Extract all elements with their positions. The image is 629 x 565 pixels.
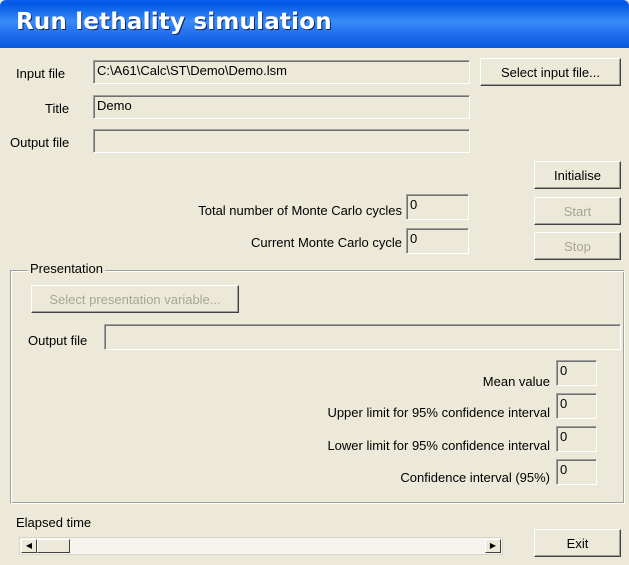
- current-cycle-field[interactable]: 0: [406, 228, 469, 254]
- select-input-file-button[interactable]: Select input file...: [480, 58, 621, 86]
- lower-limit-field[interactable]: 0: [556, 426, 597, 452]
- input-file-field[interactable]: C:\A61\Calc\ST\Demo\Demo.lsm: [93, 60, 470, 84]
- scroll-left-arrow-icon[interactable]: ◀: [21, 539, 37, 553]
- presentation-output-file-field[interactable]: [104, 324, 621, 350]
- output-file-field[interactable]: [93, 129, 470, 153]
- elapsed-time-scrollbar[interactable]: ◀ ▶: [19, 537, 503, 555]
- mean-value-field[interactable]: 0: [556, 360, 597, 386]
- dialog-client-area: Input file C:\A61\Calc\ST\Demo\Demo.lsm …: [4, 48, 625, 561]
- confidence-interval-field[interactable]: 0: [556, 459, 597, 485]
- elapsed-time-label: Elapsed time: [16, 515, 92, 530]
- total-cycles-field[interactable]: 0: [406, 194, 469, 220]
- run-lethality-window: Run lethality simulation Input file C:\A…: [0, 0, 629, 565]
- mean-value-label: Mean value: [482, 374, 550, 389]
- stop-button[interactable]: Stop: [534, 232, 621, 260]
- presentation-group-title: Presentation: [28, 261, 105, 277]
- title-bar[interactable]: Run lethality simulation: [0, 0, 629, 48]
- select-presentation-variable-button[interactable]: Select presentation variable...: [31, 285, 239, 313]
- initialise-button[interactable]: Initialise: [534, 161, 621, 189]
- current-cycle-label: Current Monte Carlo cycle: [251, 235, 402, 250]
- title-field[interactable]: Demo: [93, 95, 470, 119]
- start-button[interactable]: Start: [534, 197, 621, 225]
- scroll-right-arrow-icon[interactable]: ▶: [485, 539, 501, 553]
- upper-limit-label: Upper limit for 95% confidence interval: [327, 405, 550, 420]
- total-cycles-label: Total number of Monte Carlo cycles: [198, 203, 402, 218]
- upper-limit-field[interactable]: 0: [556, 393, 597, 419]
- lower-limit-label: Lower limit for 95% confidence interval: [327, 438, 550, 453]
- exit-button[interactable]: Exit: [534, 529, 621, 557]
- output-file-label: Output file: [10, 135, 70, 150]
- confidence-interval-label: Confidence interval (95%): [400, 470, 550, 485]
- input-file-label: Input file: [16, 66, 66, 81]
- title-label: Title: [45, 101, 70, 116]
- window-title: Run lethality simulation: [16, 9, 332, 35]
- scrollbar-thumb[interactable]: [37, 539, 70, 553]
- presentation-output-file-label: Output file: [28, 333, 88, 348]
